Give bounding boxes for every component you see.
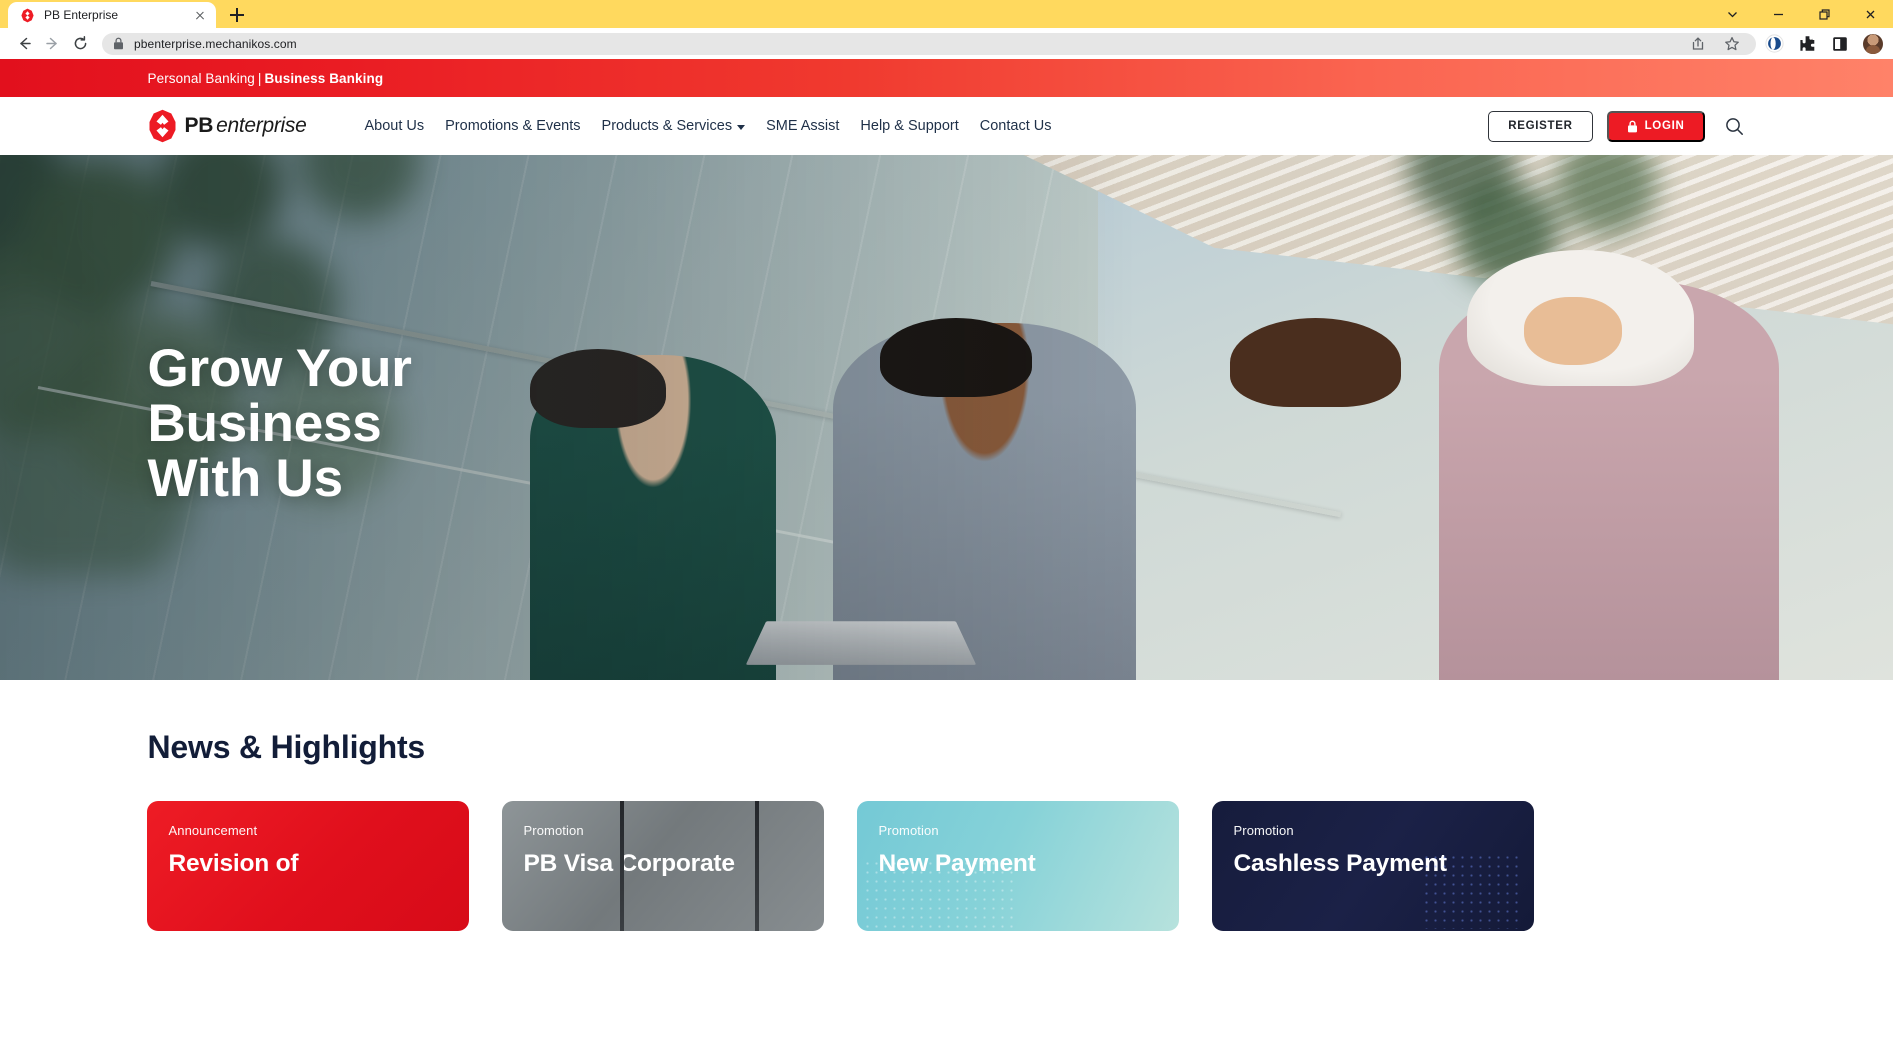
lock-icon xyxy=(112,34,125,54)
site-navigation: PB enterprise About Us Promotions & Event… xyxy=(0,97,1893,155)
site-logo[interactable]: PB enterprise xyxy=(147,109,307,143)
register-button[interactable]: REGISTER xyxy=(1488,110,1593,142)
chevron-down-icon[interactable] xyxy=(1709,0,1755,28)
menu-item-promotions-events[interactable]: Promotions & Events xyxy=(445,118,580,134)
main-menu: About Us Promotions & Events Products & … xyxy=(364,118,1051,134)
hero-headline-line-1: Grow Your xyxy=(147,339,412,398)
menu-label: Promotions & Events xyxy=(445,118,581,134)
news-card-pb-visa-corporate[interactable]: Promotion PB Visa Corporate xyxy=(502,801,824,931)
pb-octagon-favicon xyxy=(20,8,35,23)
new-tab-button[interactable] xyxy=(224,2,250,28)
login-button[interactable]: LOGIN xyxy=(1606,110,1705,142)
card-kicker: Promotion xyxy=(878,823,939,838)
star-icon[interactable] xyxy=(1722,34,1742,54)
card-kicker: Announcement xyxy=(168,823,258,838)
menu-label: Help & Support xyxy=(860,118,959,134)
browser-assistant-icon[interactable] xyxy=(1764,34,1784,54)
lock-icon xyxy=(1627,120,1638,133)
puzzle-piece-icon[interactable] xyxy=(1797,34,1817,54)
hero-headline: Grow Your Business With Us xyxy=(148,341,412,506)
window-controls xyxy=(1709,0,1893,28)
menu-label: About Us xyxy=(364,118,425,134)
news-card-announcement[interactable]: Announcement Revision of xyxy=(146,801,469,931)
minimize-icon[interactable] xyxy=(1755,0,1801,28)
hero-banner: Grow Your Business With Us xyxy=(0,155,1893,680)
user-avatar-icon[interactable] xyxy=(1863,33,1883,54)
nav-actions: REGISTER LOGIN xyxy=(1488,110,1747,142)
menu-item-products-services[interactable]: Products & Services xyxy=(602,118,746,134)
menu-item-help-support[interactable]: Help & Support xyxy=(860,118,958,134)
back-arrow-icon[interactable] xyxy=(10,30,38,58)
address-bar-url: pbenterprise.mechanikos.com xyxy=(134,36,297,51)
card-kicker: Promotion xyxy=(523,823,584,838)
page-title: News & Highlights xyxy=(147,729,426,765)
news-card-list: Announcement Revision of Promotion PB Vi… xyxy=(146,801,1747,931)
close-icon[interactable] xyxy=(192,7,208,23)
menu-label: Contact Us xyxy=(979,118,1052,134)
utility-bar: Personal Banking | Business Banking xyxy=(0,59,1893,97)
hero-headline-line-2: Business xyxy=(147,394,382,454)
news-card-cashless-payment[interactable]: Promotion Cashless Payment xyxy=(1211,801,1534,931)
address-bar[interactable]: pbenterprise.mechanikos.com xyxy=(102,32,1756,55)
sidebar-panel-icon[interactable] xyxy=(1830,34,1850,54)
menu-item-about-us[interactable]: About Us xyxy=(364,118,424,134)
banking-switcher: Personal Banking | Business Banking xyxy=(148,71,1747,86)
page-viewport: Personal Banking | Business Banking PB ente… xyxy=(0,59,1893,1040)
pb-octagon-logo xyxy=(147,109,178,143)
login-label: LOGIN xyxy=(1644,120,1685,132)
browser-toolbar: pbenterprise.mechanikos.com xyxy=(0,28,1893,59)
reload-icon[interactable] xyxy=(66,30,94,58)
close-icon[interactable] xyxy=(1847,0,1893,28)
restore-icon[interactable] xyxy=(1801,0,1847,28)
browser-tab[interactable]: PB Enterprise xyxy=(8,2,216,28)
search-icon[interactable] xyxy=(1723,114,1747,138)
logo-wordmark: PB enterprise xyxy=(185,114,307,138)
browser-tab-title: PB Enterprise xyxy=(44,8,119,22)
utility-separator: | xyxy=(257,70,262,86)
card-title: Cashless Payment xyxy=(1233,850,1448,877)
card-title: Revision of xyxy=(168,850,299,877)
card-title: New Payment xyxy=(878,850,1036,877)
news-highlights-section: News & Highlights Announcement Revision … xyxy=(0,680,1893,931)
chevron-down-icon xyxy=(737,124,746,130)
logo-pb-text: PB xyxy=(184,114,214,137)
personal-banking-link[interactable]: Personal Banking xyxy=(148,71,255,86)
menu-label: SME Assist xyxy=(766,118,840,134)
menu-item-contact-us[interactable]: Contact Us xyxy=(980,118,1052,134)
news-card-new-payment[interactable]: Promotion New Payment xyxy=(856,801,1179,931)
forward-arrow-icon[interactable] xyxy=(38,30,66,58)
business-banking-link[interactable]: Business Banking xyxy=(265,71,384,86)
card-title: PB Visa Corporate xyxy=(523,850,735,877)
share-icon[interactable] xyxy=(1688,34,1708,54)
browser-tab-strip: PB Enterprise xyxy=(0,0,1893,28)
card-kicker: Promotion xyxy=(1233,823,1294,838)
hero-headline-line-3: With Us xyxy=(147,449,344,509)
menu-label: Products & Services xyxy=(601,118,733,134)
logo-enterprise-text: enterprise xyxy=(216,114,307,137)
menu-item-sme-assist[interactable]: SME Assist xyxy=(766,118,839,134)
